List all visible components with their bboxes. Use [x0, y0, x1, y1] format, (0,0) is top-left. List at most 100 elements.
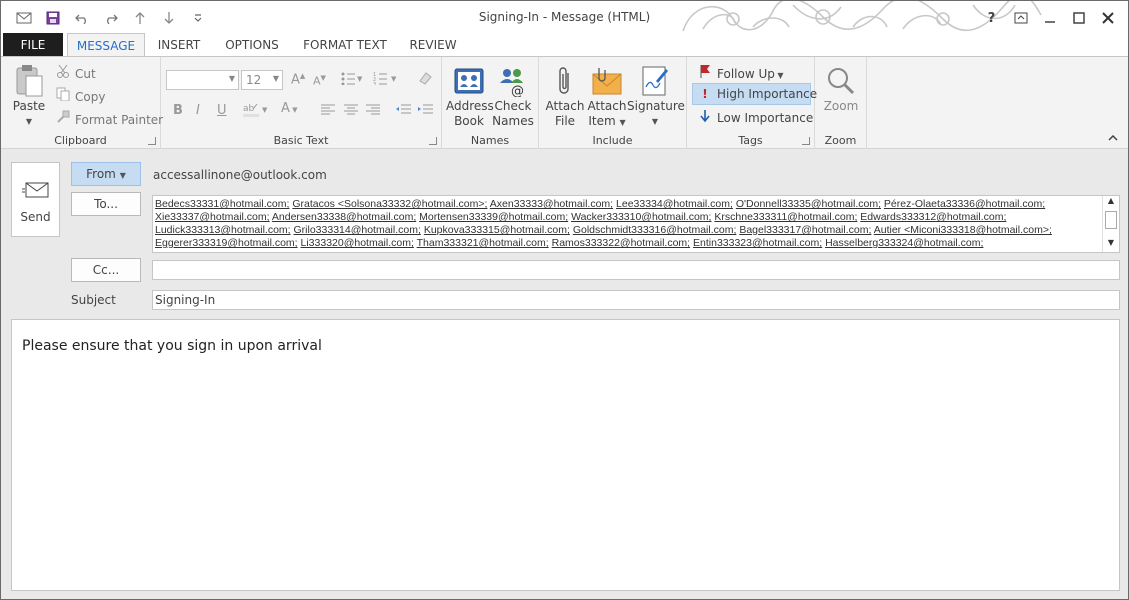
basic-text-launcher-icon[interactable] — [429, 137, 437, 145]
to-recipient[interactable]: Bedecs33331@hotmail.com; — [155, 198, 289, 210]
font-name-combo[interactable]: ▼ — [166, 70, 239, 90]
maximize-icon[interactable] — [1064, 7, 1093, 29]
clipboard-launcher-icon[interactable] — [148, 137, 156, 145]
check-names-button[interactable]: @ Check Names — [492, 63, 534, 129]
follow-up-button[interactable]: Follow Up ▼ — [697, 64, 784, 81]
cc-button[interactable]: Cc... — [71, 258, 141, 282]
align-left-button[interactable] — [321, 104, 335, 120]
to-recipient[interactable]: Kupkova333315@hotmail.com; — [424, 224, 570, 236]
shrink-font-button[interactable]: A▼ — [313, 74, 326, 88]
to-button[interactable]: To... — [71, 192, 141, 216]
cut-button[interactable]: Cut — [55, 64, 96, 81]
high-importance-button[interactable]: ! High Importance — [697, 87, 817, 101]
align-center-button[interactable] — [344, 104, 358, 120]
tab-options[interactable]: OPTIONS — [219, 33, 285, 57]
scroll-down-icon[interactable]: ▼ — [1103, 238, 1119, 252]
copy-label: Copy — [75, 90, 106, 104]
numbering-button[interactable]: 1 2 3 ▼ — [373, 71, 399, 89]
to-recipient[interactable]: Lee33334@hotmail.com; — [616, 198, 733, 210]
to-recipient[interactable]: Xie33337@hotmail.com; — [155, 211, 270, 223]
tab-review[interactable]: REVIEW — [405, 33, 461, 57]
to-recipient[interactable]: Autier <Miconi333318@hotmail.com>; — [874, 224, 1052, 236]
close-icon[interactable] — [1093, 7, 1122, 29]
tab-file[interactable]: FILE — [3, 33, 63, 57]
bold-button[interactable]: B — [173, 103, 183, 118]
to-scrollbar[interactable]: ▲ ▼ — [1102, 196, 1119, 252]
tab-message[interactable]: MESSAGE — [67, 33, 145, 57]
ribbon-tabs: FILE MESSAGE INSERT OPTIONS FORMAT TEXT … — [1, 33, 1128, 57]
italic-button[interactable]: I — [196, 103, 200, 118]
paste-button[interactable]: Paste ▼ — [9, 63, 49, 129]
scroll-up-icon[interactable]: ▲ — [1103, 196, 1119, 210]
to-recipient[interactable]: Wacker333310@hotmail.com; — [571, 211, 711, 223]
help-icon[interactable]: ? — [977, 7, 1006, 29]
grow-font-button[interactable]: A▲ — [291, 72, 305, 87]
to-recipient[interactable]: O'Donnell33335@hotmail.com; — [736, 198, 881, 210]
underline-button[interactable]: U — [217, 103, 227, 118]
tags-launcher-icon[interactable] — [802, 137, 810, 145]
check-names-icon: @ — [492, 63, 534, 99]
subject-field[interactable]: Signing-In — [152, 290, 1120, 310]
clear-formatting-button[interactable] — [417, 69, 433, 89]
to-recipient[interactable]: Axen33333@hotmail.com; — [490, 198, 613, 210]
highlighter-icon: ab ▼ — [243, 103, 268, 117]
increase-indent-button[interactable] — [417, 104, 433, 120]
align-right-button[interactable] — [366, 104, 380, 120]
to-recipient[interactable]: Hasselberg333324@hotmail.com; — [825, 237, 983, 249]
to-recipient[interactable]: Ludick333313@hotmail.com; — [155, 224, 291, 236]
font-size-value: 12 — [246, 73, 262, 87]
to-recipient[interactable]: Ramos333322@hotmail.com; — [552, 237, 690, 249]
font-color-label: A — [281, 101, 290, 116]
font-size-combo[interactable]: 12 ▼ — [241, 70, 283, 90]
address-book-button[interactable]: Address Book — [446, 63, 494, 129]
names-group-label: Names — [470, 134, 510, 147]
to-recipient[interactable]: Gratacos <Solsona33332@hotmail.com>; — [292, 198, 487, 210]
to-field[interactable]: Bedecs33331@hotmail.com; Gratacos <Solso… — [152, 195, 1120, 253]
collapse-ribbon-icon[interactable] — [1108, 133, 1118, 144]
bullets-button[interactable]: ▼ — [341, 71, 363, 89]
to-recipient[interactable]: Li333320@hotmail.com; — [301, 237, 414, 249]
to-recipient[interactable]: Goldschmidt333316@hotmail.com; — [573, 224, 737, 236]
decrease-indent-button[interactable] — [395, 104, 411, 120]
to-recipient[interactable]: Pérez-Olaeta33336@hotmail.com; — [884, 198, 1045, 210]
attach-file-button[interactable]: Attach File — [543, 63, 587, 129]
zoom-button[interactable]: Zoom — [819, 63, 863, 114]
to-recipient[interactable]: Tham333321@hotmail.com; — [417, 237, 549, 249]
send-button[interactable]: Send — [11, 162, 60, 237]
ribbon-display-icon[interactable] — [1006, 7, 1035, 29]
from-button[interactable]: From ▼ — [71, 162, 141, 186]
signature-button[interactable]: Signature ▼ — [627, 63, 685, 129]
format-painter-button[interactable]: Format Painter — [55, 110, 163, 127]
scroll-thumb[interactable] — [1105, 211, 1117, 229]
to-recipient-line: Ludick333313@hotmail.com; Grilo333314@ho… — [155, 224, 1099, 237]
zoom-group: Zoom Zoom — [815, 57, 867, 149]
attach-item-button[interactable]: Attach Item ▼ — [587, 63, 627, 130]
highlight-button[interactable]: ab ▼ — [243, 101, 271, 123]
to-recipient[interactable]: Grilo333314@hotmail.com; — [294, 224, 421, 236]
outlook-message-window: Signing-In - Message (HTML) ? FILE MESSA… — [0, 0, 1129, 600]
minimize-icon[interactable] — [1035, 7, 1064, 29]
to-recipient[interactable]: Eggerer333319@hotmail.com; — [155, 237, 298, 249]
flag-icon — [697, 64, 713, 81]
tab-format-text[interactable]: FORMAT TEXT — [297, 33, 393, 57]
tab-insert[interactable]: INSERT — [151, 33, 207, 57]
to-recipient[interactable]: Krschne333311@hotmail.com; — [714, 211, 857, 223]
to-recipient[interactable]: Mortensen33339@hotmail.com; — [419, 211, 568, 223]
grow-font-label: A — [291, 72, 300, 88]
format-painter-icon — [55, 110, 71, 127]
cc-field[interactable] — [152, 260, 1120, 280]
to-recipient[interactable]: Entin333323@hotmail.com; — [693, 237, 822, 249]
attach-file-label-1: Attach — [545, 99, 585, 113]
font-color-button[interactable]: A ▼ — [281, 101, 298, 116]
names-group: Address Book @ Check Names Names — [442, 57, 539, 149]
to-recipient[interactable]: Bagel333317@hotmail.com; — [739, 224, 871, 236]
message-body[interactable]: Please ensure that you sign in upon arri… — [11, 319, 1120, 591]
send-icon — [22, 181, 50, 202]
svg-text:@: @ — [511, 84, 524, 97]
shrink-font-label: A — [313, 74, 321, 88]
to-recipient[interactable]: Edwards333312@hotmail.com; — [860, 211, 1006, 223]
to-recipient[interactable]: Andersen33338@hotmail.com; — [272, 211, 416, 223]
signature-dropdown-icon: ▼ — [651, 117, 659, 126]
copy-button[interactable]: Copy — [55, 87, 105, 104]
low-importance-button[interactable]: Low Importance — [697, 110, 813, 125]
